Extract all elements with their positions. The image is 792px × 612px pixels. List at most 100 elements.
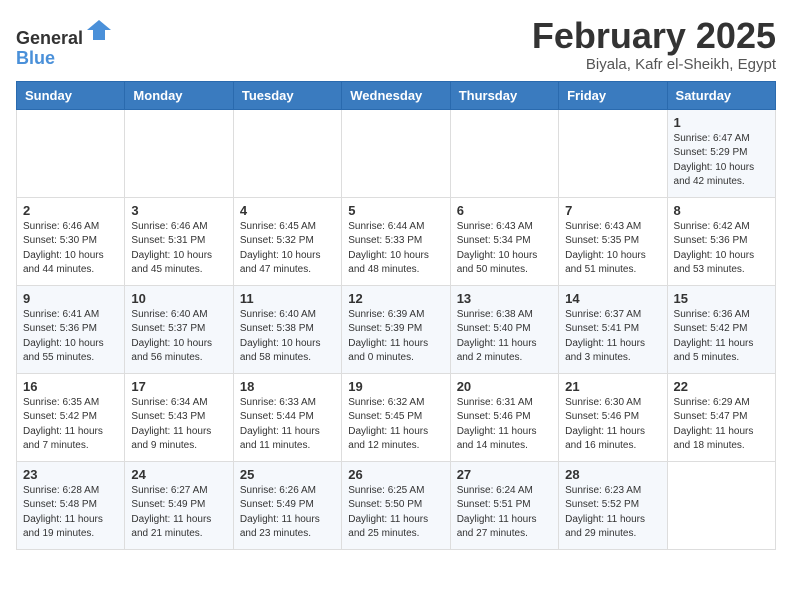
day-number: 12 bbox=[348, 291, 443, 306]
logo-bird-icon bbox=[85, 16, 113, 44]
day-info: Sunrise: 6:44 AM Sunset: 5:33 PM Dayligh… bbox=[348, 220, 443, 278]
calendar-cell bbox=[342, 109, 450, 197]
day-number: 5 bbox=[348, 203, 443, 218]
logo: General Blue bbox=[16, 16, 113, 69]
calendar-cell bbox=[233, 109, 341, 197]
weekday-header-row: SundayMondayTuesdayWednesdayThursdayFrid… bbox=[17, 81, 776, 109]
calendar-cell: 16Sunrise: 6:35 AM Sunset: 5:42 PM Dayli… bbox=[17, 373, 125, 461]
calendar-cell: 12 Sunrise: 6:39 AM Sunset: 5:39 PM Dayli… bbox=[342, 285, 450, 373]
day-info: Sunrise: 6:27 AM Sunset: 5:49 PM Dayligh… bbox=[131, 484, 226, 542]
location: Biyala, Kafr el-Sheikh, Egypt bbox=[532, 56, 776, 73]
calendar-cell: 23 Sunrise: 6:28 AM Sunset: 5:48 PM Dayli… bbox=[17, 461, 125, 549]
calendar-cell: 10 Sunrise: 6:40 AM Sunset: 5:37 PM Dayli… bbox=[125, 285, 233, 373]
day-number: 11 bbox=[240, 291, 335, 306]
calendar-week-3: 9 Sunrise: 6:41 AM Sunset: 5:36 PM Daylig… bbox=[17, 285, 776, 373]
day-info: Sunrise: 6:34 AM Sunset: 5:43 PM Dayligh… bbox=[131, 396, 226, 454]
day-number: 9 bbox=[23, 291, 118, 306]
weekday-header-monday: Monday bbox=[125, 81, 233, 109]
day-info: Sunrise: 6:43 AM Sunset: 5:35 PM Dayligh… bbox=[565, 220, 660, 278]
calendar-cell: 14 Sunrise: 6:37 AM Sunset: 5:41 PM Dayli… bbox=[559, 285, 667, 373]
day-info: Sunrise: 6:47 AM Sunset: 5:29 PM Dayligh… bbox=[674, 132, 769, 190]
day-info: Sunrise: 6:46 AM Sunset: 5:31 PM Dayligh… bbox=[131, 220, 226, 278]
calendar-cell: 5 Sunrise: 6:44 AM Sunset: 5:33 PM Daylig… bbox=[342, 197, 450, 285]
day-info: Sunrise: 6:28 AM Sunset: 5:48 PM Dayligh… bbox=[23, 484, 118, 542]
calendar-cell: 8 Sunrise: 6:42 AM Sunset: 5:36 PM Daylig… bbox=[667, 197, 775, 285]
day-number: 1 bbox=[674, 115, 769, 130]
calendar-cell bbox=[667, 461, 775, 549]
day-number: 6 bbox=[457, 203, 552, 218]
day-number: 14 bbox=[565, 291, 660, 306]
day-info: Sunrise: 6:23 AM Sunset: 5:52 PM Dayligh… bbox=[565, 484, 660, 542]
day-info: Sunrise: 6:31 AM Sunset: 5:46 PM Dayligh… bbox=[457, 396, 552, 454]
page-header: General Blue February 2025 Biyala, Kafr … bbox=[16, 16, 776, 73]
calendar-cell: 25 Sunrise: 6:26 AM Sunset: 5:49 PM Dayli… bbox=[233, 461, 341, 549]
calendar-cell: 15 Sunrise: 6:36 AM Sunset: 5:42 PM Dayli… bbox=[667, 285, 775, 373]
calendar-cell bbox=[17, 109, 125, 197]
calendar-week-1: 1 Sunrise: 6:47 AM Sunset: 5:29 PM Daylig… bbox=[17, 109, 776, 197]
calendar-cell bbox=[450, 109, 558, 197]
calendar-cell: 13 Sunrise: 6:38 AM Sunset: 5:40 PM Dayli… bbox=[450, 285, 558, 373]
calendar-cell bbox=[559, 109, 667, 197]
day-info: Sunrise: 6:29 AM Sunset: 5:47 PM Dayligh… bbox=[674, 396, 769, 454]
day-info: Sunrise: 6:24 AM Sunset: 5:51 PM Dayligh… bbox=[457, 484, 552, 542]
weekday-header-wednesday: Wednesday bbox=[342, 81, 450, 109]
day-info: Sunrise: 6:35 AM Sunset: 5:42 PM Dayligh… bbox=[23, 396, 118, 454]
calendar-table: SundayMondayTuesdayWednesdayThursdayFrid… bbox=[16, 81, 776, 550]
day-info: Sunrise: 6:30 AM Sunset: 5:46 PM Dayligh… bbox=[565, 396, 660, 454]
calendar-week-2: 2 Sunrise: 6:46 AM Sunset: 5:30 PM Daylig… bbox=[17, 197, 776, 285]
day-info: Sunrise: 6:41 AM Sunset: 5:36 PM Dayligh… bbox=[23, 308, 118, 366]
day-number: 24 bbox=[131, 467, 226, 482]
day-info: Sunrise: 6:37 AM Sunset: 5:41 PM Dayligh… bbox=[565, 308, 660, 366]
calendar-cell: 22Sunrise: 6:29 AM Sunset: 5:47 PM Dayli… bbox=[667, 373, 775, 461]
day-number: 4 bbox=[240, 203, 335, 218]
day-info: Sunrise: 6:25 AM Sunset: 5:50 PM Dayligh… bbox=[348, 484, 443, 542]
day-info: Sunrise: 6:40 AM Sunset: 5:37 PM Dayligh… bbox=[131, 308, 226, 366]
calendar-cell: 2 Sunrise: 6:46 AM Sunset: 5:30 PM Daylig… bbox=[17, 197, 125, 285]
day-number: 27 bbox=[457, 467, 552, 482]
calendar-cell: 20 Sunrise: 6:31 AM Sunset: 5:46 PM Dayli… bbox=[450, 373, 558, 461]
day-number: 8 bbox=[674, 203, 769, 218]
day-number: 13 bbox=[457, 291, 552, 306]
day-number: 15 bbox=[674, 291, 769, 306]
day-number: 2 bbox=[23, 203, 118, 218]
weekday-header-sunday: Sunday bbox=[17, 81, 125, 109]
day-number: 20 bbox=[457, 379, 552, 394]
day-info: Sunrise: 6:43 AM Sunset: 5:34 PM Dayligh… bbox=[457, 220, 552, 278]
calendar-cell: 3 Sunrise: 6:46 AM Sunset: 5:31 PM Daylig… bbox=[125, 197, 233, 285]
calendar-cell: 17 Sunrise: 6:34 AM Sunset: 5:43 PM Dayli… bbox=[125, 373, 233, 461]
day-number: 3 bbox=[131, 203, 226, 218]
calendar-cell: 6 Sunrise: 6:43 AM Sunset: 5:34 PM Daylig… bbox=[450, 197, 558, 285]
calendar-cell: 28Sunrise: 6:23 AM Sunset: 5:52 PM Dayli… bbox=[559, 461, 667, 549]
day-number: 7 bbox=[565, 203, 660, 218]
calendar-cell: 24 Sunrise: 6:27 AM Sunset: 5:49 PM Dayli… bbox=[125, 461, 233, 549]
day-info: Sunrise: 6:36 AM Sunset: 5:42 PM Dayligh… bbox=[674, 308, 769, 366]
day-info: Sunrise: 6:33 AM Sunset: 5:44 PM Dayligh… bbox=[240, 396, 335, 454]
month-title: February 2025 bbox=[532, 16, 776, 56]
calendar-cell: 9 Sunrise: 6:41 AM Sunset: 5:36 PM Daylig… bbox=[17, 285, 125, 373]
day-number: 19 bbox=[348, 379, 443, 394]
day-number: 21 bbox=[565, 379, 660, 394]
weekday-header-friday: Friday bbox=[559, 81, 667, 109]
day-number: 17 bbox=[131, 379, 226, 394]
weekday-header-tuesday: Tuesday bbox=[233, 81, 341, 109]
day-info: Sunrise: 6:32 AM Sunset: 5:45 PM Dayligh… bbox=[348, 396, 443, 454]
day-number: 26 bbox=[348, 467, 443, 482]
day-number: 25 bbox=[240, 467, 335, 482]
day-info: Sunrise: 6:26 AM Sunset: 5:49 PM Dayligh… bbox=[240, 484, 335, 542]
day-info: Sunrise: 6:39 AM Sunset: 5:39 PM Dayligh… bbox=[348, 308, 443, 366]
calendar-cell: 7 Sunrise: 6:43 AM Sunset: 5:35 PM Daylig… bbox=[559, 197, 667, 285]
logo-blue: Blue bbox=[16, 48, 55, 68]
day-info: Sunrise: 6:46 AM Sunset: 5:30 PM Dayligh… bbox=[23, 220, 118, 278]
calendar-cell: 18 Sunrise: 6:33 AM Sunset: 5:44 PM Dayli… bbox=[233, 373, 341, 461]
calendar-cell: 26 Sunrise: 6:25 AM Sunset: 5:50 PM Dayli… bbox=[342, 461, 450, 549]
calendar-week-5: 23 Sunrise: 6:28 AM Sunset: 5:48 PM Dayli… bbox=[17, 461, 776, 549]
day-number: 18 bbox=[240, 379, 335, 394]
day-number: 10 bbox=[131, 291, 226, 306]
day-info: Sunrise: 6:42 AM Sunset: 5:36 PM Dayligh… bbox=[674, 220, 769, 278]
day-number: 23 bbox=[23, 467, 118, 482]
logo-general: General bbox=[16, 28, 83, 48]
calendar-cell bbox=[125, 109, 233, 197]
day-info: Sunrise: 6:38 AM Sunset: 5:40 PM Dayligh… bbox=[457, 308, 552, 366]
calendar-week-4: 16Sunrise: 6:35 AM Sunset: 5:42 PM Dayli… bbox=[17, 373, 776, 461]
calendar-cell: 19 Sunrise: 6:32 AM Sunset: 5:45 PM Dayli… bbox=[342, 373, 450, 461]
